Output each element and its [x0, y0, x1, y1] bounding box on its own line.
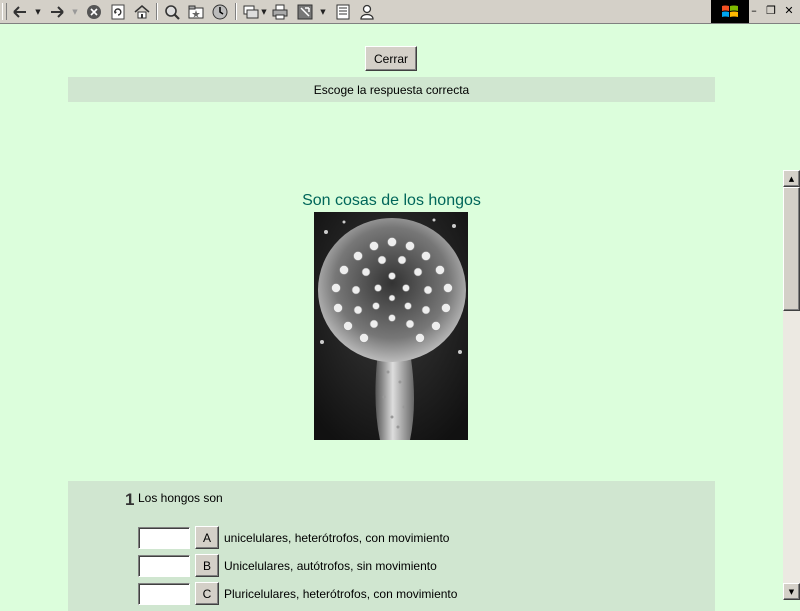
print-icon[interactable]: [270, 2, 290, 21]
fullscreen-dropdown-icon[interactable]: ▼: [319, 2, 327, 21]
refresh-icon[interactable]: [108, 2, 128, 21]
close-window-icon[interactable]: ✕: [781, 2, 797, 18]
windows-logo-icon: [711, 0, 749, 23]
messenger-icon[interactable]: [357, 2, 377, 21]
question-text: Los hongos son: [138, 491, 223, 505]
instruction-bar: Escoge la respuesta correcta: [68, 77, 715, 102]
scroll-up-icon[interactable]: ▲: [783, 170, 800, 187]
back-dropdown-icon[interactable]: ▼: [34, 2, 42, 21]
search-icon[interactable]: [162, 2, 182, 21]
option-c-text: Pluricelulares, heterótrofos, con movimi…: [224, 587, 458, 601]
toolbar-separator: [156, 3, 158, 20]
answer-input-a[interactable]: [138, 527, 190, 549]
minimize-icon[interactable]: –: [746, 2, 762, 18]
option-a-button[interactable]: A: [195, 526, 219, 549]
answer-input-c[interactable]: [138, 583, 190, 605]
stop-icon[interactable]: [84, 2, 104, 21]
back-icon[interactable]: [10, 2, 30, 21]
fungus-image: [314, 212, 468, 440]
page-title: Son cosas de los hongos: [302, 192, 481, 209]
toolbar-separator: [235, 3, 237, 20]
scroll-thumb[interactable]: [783, 187, 800, 311]
question-number: 1: [125, 490, 135, 509]
restore-icon[interactable]: ❐: [763, 2, 779, 18]
forward-icon[interactable]: [47, 2, 67, 21]
mail-icon[interactable]: [241, 2, 261, 21]
vertical-scrollbar[interactable]: ▲ ▼: [783, 170, 800, 600]
mail-dropdown-icon[interactable]: ▼: [260, 2, 268, 21]
toolbar-grip[interactable]: [2, 3, 7, 20]
option-c-button[interactable]: C: [195, 582, 219, 605]
home-icon[interactable]: [132, 2, 152, 21]
history-icon[interactable]: [210, 2, 230, 21]
option-a-text: unicelulares, heterótrofos, con movimien…: [224, 531, 450, 545]
scroll-down-icon[interactable]: ▼: [783, 583, 800, 600]
favorites-icon[interactable]: [186, 2, 206, 21]
answer-input-b[interactable]: [138, 555, 190, 577]
forward-dropdown-icon[interactable]: ▼: [71, 2, 79, 21]
close-button[interactable]: Cerrar: [365, 46, 417, 71]
option-b-button[interactable]: B: [195, 554, 219, 577]
fullscreen-icon[interactable]: [295, 2, 315, 21]
edit-icon[interactable]: [333, 2, 353, 21]
option-b-text: Unicelulares, autótrofos, sin movimiento: [224, 559, 437, 573]
browser-toolbar: ▼ ▼ ▼ ▼ – ❐ ✕: [0, 0, 800, 24]
